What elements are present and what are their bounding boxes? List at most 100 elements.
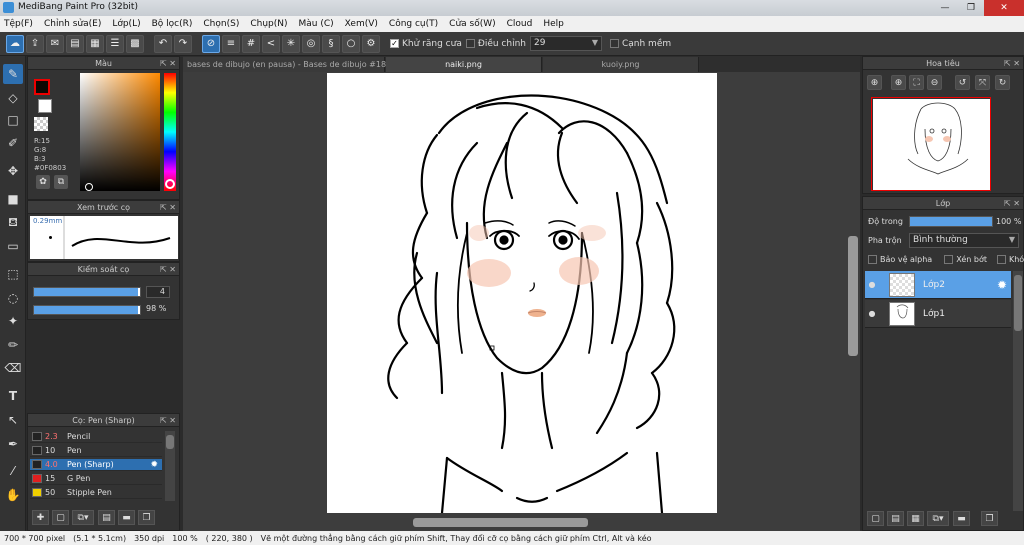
palette-icon[interactable]: ✿ bbox=[36, 175, 50, 189]
layer-list-scroll-thumb[interactable] bbox=[1014, 275, 1022, 331]
panel-close-icon[interactable]: ⇱ ✕ bbox=[1004, 57, 1020, 70]
text-tool-icon[interactable]: T bbox=[3, 386, 23, 406]
ring-snap-icon[interactable]: ○ bbox=[342, 34, 360, 53]
vanishing-snap-icon[interactable]: < bbox=[262, 34, 280, 53]
magic-wand-tool-icon[interactable]: ✦ bbox=[3, 311, 23, 331]
redo-icon[interactable]: ↷ bbox=[174, 34, 192, 53]
saturation-value-picker[interactable] bbox=[80, 73, 160, 191]
soft-edge-checkbox[interactable] bbox=[609, 39, 619, 48]
gear-icon[interactable]: ✹ bbox=[150, 460, 158, 470]
share-icon[interactable]: ⇪ bbox=[26, 34, 44, 53]
canvas-vscroll-thumb[interactable] bbox=[848, 236, 858, 356]
cross-snap-icon[interactable]: # bbox=[242, 34, 260, 53]
tab-naiki[interactable]: naiki.png bbox=[386, 57, 542, 72]
hue-slider[interactable] bbox=[164, 73, 176, 191]
canvas-hscroll-thumb[interactable] bbox=[413, 518, 588, 527]
gear-icon[interactable]: ✹ bbox=[997, 278, 1007, 292]
foreground-color-swatch[interactable] bbox=[34, 79, 50, 95]
eyedropper-tool-icon[interactable]: ⁄ bbox=[3, 461, 23, 481]
lock-checkbox[interactable] bbox=[996, 255, 1006, 264]
brush-list-scroll-thumb[interactable] bbox=[166, 435, 174, 449]
menu-snap[interactable]: Chụp(N) bbox=[250, 19, 287, 29]
lasso-tool-icon[interactable]: ◌ bbox=[3, 288, 23, 308]
snap-off-icon[interactable]: ⊘ bbox=[202, 34, 220, 53]
brush-item-stipple-pen[interactable]: 50 Stipple Pen bbox=[30, 487, 162, 499]
parallel-snap-icon[interactable]: ≡ bbox=[222, 34, 240, 53]
layer-opacity-slider[interactable] bbox=[909, 216, 993, 227]
select-eraser-tool-icon[interactable]: ⌫ bbox=[3, 358, 23, 378]
navigator-view-frame[interactable] bbox=[871, 97, 991, 191]
brush-item-g-pen[interactable]: 15 G Pen bbox=[30, 473, 162, 485]
radial-snap-icon[interactable]: ✳ bbox=[282, 34, 300, 53]
protect-alpha-checkbox[interactable] bbox=[868, 255, 877, 264]
maximize-button[interactable]: ❐ bbox=[958, 0, 984, 16]
drawing-canvas[interactable] bbox=[327, 73, 717, 513]
menu-view[interactable]: Xem(V) bbox=[345, 19, 378, 29]
menu-cloud[interactable]: Cloud bbox=[507, 19, 533, 29]
tab-bases-de-dibujo[interactable]: bases de dibujo (en pausa) - Bases de di… bbox=[183, 57, 404, 72]
menu-filter[interactable]: Bộ lọc(R) bbox=[152, 19, 193, 29]
menu-edit[interactable]: Chỉnh sửa(E) bbox=[44, 19, 101, 29]
menu-select[interactable]: Chọn(S) bbox=[203, 19, 239, 29]
comment-icon[interactable]: ✉ bbox=[46, 34, 64, 53]
list-icon[interactable]: ☰ bbox=[106, 34, 124, 53]
layer-list-scrollbar[interactable] bbox=[1013, 271, 1023, 511]
brush-size-value[interactable]: 4 bbox=[146, 286, 170, 298]
hand-tool-icon[interactable]: ✋ bbox=[3, 485, 23, 505]
menu-file[interactable]: Tệp(F) bbox=[4, 19, 33, 29]
zoom-in-icon[interactable]: ⊕ bbox=[867, 75, 882, 90]
dot-tool-icon[interactable]: ✐ bbox=[3, 133, 23, 153]
curve-snap-icon[interactable]: § bbox=[322, 34, 340, 53]
brush-size-slider[interactable] bbox=[33, 287, 141, 297]
bucket-tool-icon[interactable]: ⛾ bbox=[3, 213, 23, 233]
brush-tool-icon[interactable]: ✎ bbox=[3, 64, 23, 84]
brush-folder-icon[interactable]: ▬ bbox=[118, 510, 135, 525]
background-color-swatch[interactable] bbox=[38, 99, 52, 113]
panel-close-icon[interactable]: ⇱ ✕ bbox=[160, 263, 176, 276]
gradient-tool-icon[interactable]: ▭ bbox=[3, 236, 23, 256]
menu-color[interactable]: Màu (C) bbox=[299, 19, 334, 29]
new-layer-icon[interactable]: ▢ bbox=[867, 511, 884, 526]
eye-icon[interactable]: ● bbox=[865, 280, 879, 289]
correction-checkbox[interactable] bbox=[465, 39, 475, 48]
layer-row-lop2[interactable]: ● Lớp2 ✹ bbox=[865, 271, 1011, 299]
rectangle-tool-icon[interactable]: □ bbox=[3, 110, 23, 130]
panel-close-icon[interactable]: ⇱ ✕ bbox=[160, 57, 176, 70]
hue-slider-handle[interactable] bbox=[165, 179, 175, 189]
brush-opacity-slider[interactable] bbox=[33, 305, 141, 315]
circle-snap-icon[interactable]: ◎ bbox=[302, 34, 320, 53]
layer-menu-icon[interactable]: ⧉▾ bbox=[927, 511, 949, 526]
brush-item-pencil[interactable]: 2.3 Pencil bbox=[30, 431, 162, 443]
divide-tool-icon[interactable]: ✒ bbox=[3, 434, 23, 454]
brush-list-scrollbar[interactable] bbox=[165, 431, 175, 501]
page-icon[interactable]: ▤ bbox=[66, 34, 84, 53]
menu-layer[interactable]: Lớp(L) bbox=[112, 19, 140, 29]
panel-close-icon[interactable]: ⇱ ✕ bbox=[160, 201, 176, 214]
select-tool-icon[interactable]: ⬚ bbox=[3, 264, 23, 284]
brush-item-pen-sharp[interactable]: 4.0 Pen (Sharp) ✹ bbox=[30, 459, 162, 471]
fill-rect-tool-icon[interactable]: ■ bbox=[3, 189, 23, 209]
panel-close-icon[interactable]: ⇱ ✕ bbox=[160, 414, 176, 427]
close-button[interactable]: ✕ bbox=[984, 0, 1024, 16]
select-pen-tool-icon[interactable]: ✏ bbox=[3, 335, 23, 355]
menu-help[interactable]: Help bbox=[543, 19, 564, 29]
minimize-button[interactable]: — bbox=[932, 0, 958, 16]
clipping-checkbox[interactable] bbox=[944, 255, 954, 264]
document-icon[interactable]: ▦ bbox=[86, 34, 104, 53]
canvas-horizontal-scrollbar[interactable] bbox=[243, 516, 843, 528]
cloud-icon[interactable]: ☁ bbox=[6, 34, 24, 53]
grid-icon[interactable]: ▩ bbox=[126, 34, 144, 53]
brush-file-icon[interactable]: ▤ bbox=[98, 510, 115, 525]
zoom-plus-icon[interactable]: ⊕ bbox=[891, 75, 906, 90]
menu-tools[interactable]: Công cụ(T) bbox=[389, 19, 438, 29]
layer-folder-icon[interactable]: ▬ bbox=[953, 511, 970, 526]
zoom-out-icon[interactable]: ⊖ bbox=[927, 75, 942, 90]
rotate-right-icon[interactable]: ↻ bbox=[995, 75, 1010, 90]
settings-snap-icon[interactable]: ⚙ bbox=[362, 34, 380, 53]
antialias-checkbox[interactable]: ✓ bbox=[390, 39, 399, 48]
reset-view-icon[interactable]: ⤧ bbox=[975, 75, 990, 90]
fit-screen-icon[interactable]: ⛶ bbox=[909, 75, 924, 90]
duplicate-layer-icon[interactable]: ❐ bbox=[981, 511, 998, 526]
move-tool-icon[interactable]: ✥ bbox=[3, 161, 23, 181]
operation-tool-icon[interactable]: ↖ bbox=[3, 410, 23, 430]
